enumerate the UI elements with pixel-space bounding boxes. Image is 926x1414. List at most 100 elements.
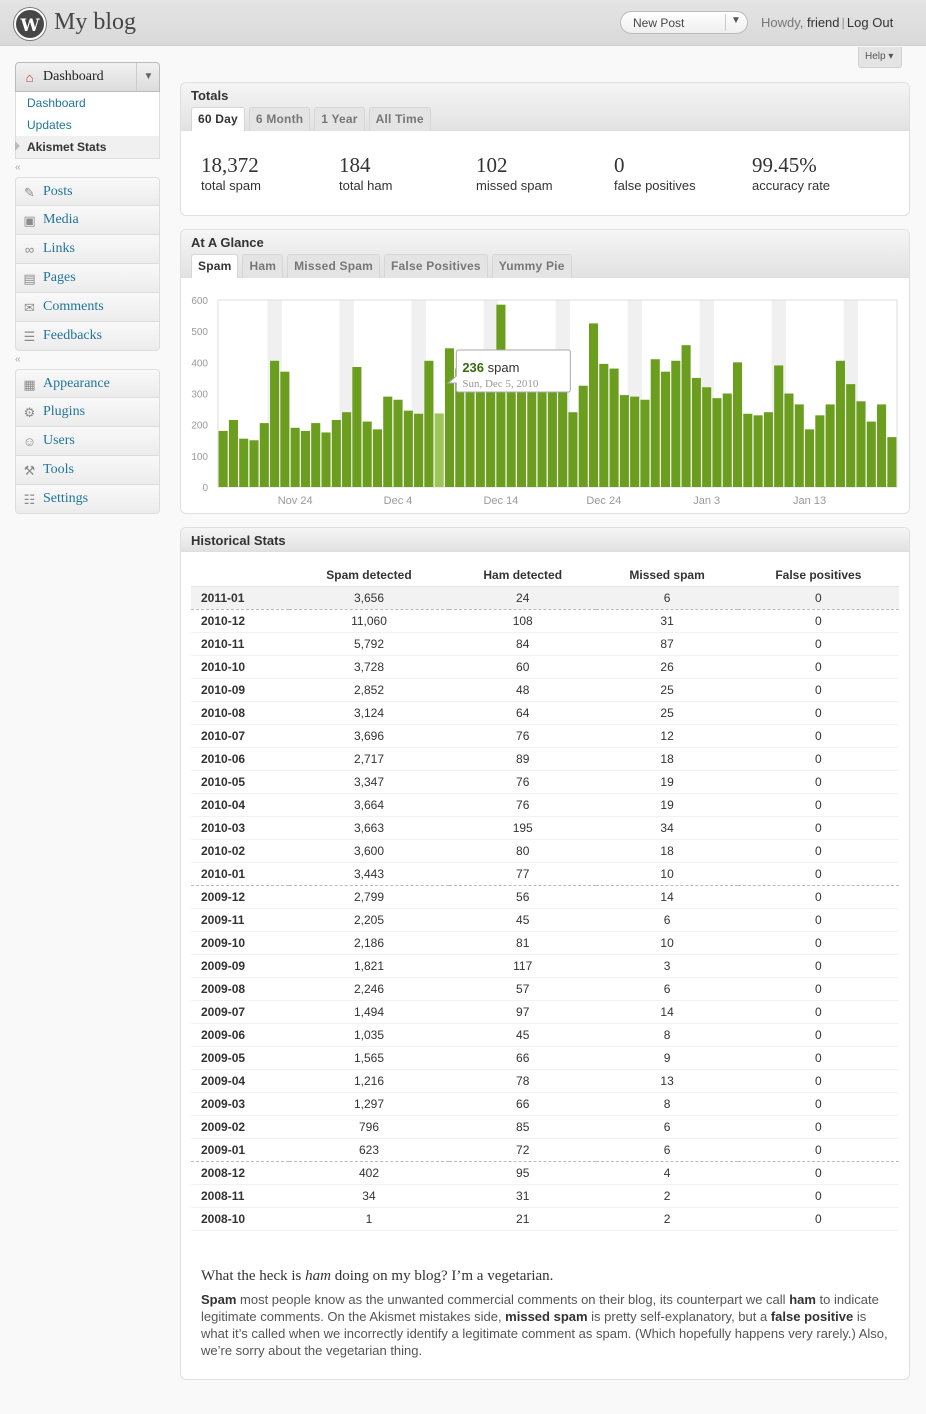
table-cell: 0 bbox=[737, 747, 899, 771]
tab-spam[interactable]: Spam bbox=[191, 254, 239, 278]
logout-link[interactable]: Log Out bbox=[847, 15, 893, 30]
sidebar-item-comments[interactable]: ✉ Comments bbox=[15, 293, 160, 322]
chart-bar[interactable] bbox=[774, 365, 784, 487]
chart-bar[interactable] bbox=[270, 360, 280, 487]
chart-bar[interactable] bbox=[732, 362, 743, 487]
help-tab[interactable]: Help ▾ bbox=[858, 47, 902, 68]
chart-bar[interactable] bbox=[342, 412, 352, 487]
chart-bar[interactable] bbox=[763, 412, 773, 487]
panel-header: Totals 60 Day 6 Month 1 Year All Time bbox=[181, 83, 909, 131]
user-profile-link[interactable]: friend bbox=[807, 15, 840, 30]
table-row: 2009-02 796 85 6 0 bbox=[191, 1115, 899, 1139]
sidebar-item-settings[interactable]: ☷ Settings bbox=[15, 485, 160, 514]
chart-bar[interactable] bbox=[743, 413, 753, 487]
chart-bar[interactable] bbox=[856, 401, 866, 487]
chevron-down-icon[interactable]: ▼ bbox=[731, 15, 741, 26]
chart-bar[interactable] bbox=[444, 348, 455, 487]
chart-bar[interactable] bbox=[702, 387, 712, 487]
chart-bar[interactable] bbox=[877, 404, 887, 487]
chart-bar[interactable] bbox=[640, 399, 650, 487]
chart-bar[interactable] bbox=[671, 360, 681, 487]
chart-bar[interactable] bbox=[228, 419, 238, 487]
tab-all-time[interactable]: All Time bbox=[368, 107, 431, 131]
wordpress-logo-icon[interactable]: W bbox=[14, 8, 46, 40]
chart-bar[interactable] bbox=[218, 430, 228, 487]
chart-bar[interactable] bbox=[403, 410, 413, 487]
tab-6-month[interactable]: 6 Month bbox=[248, 107, 311, 131]
tab-missed-spam[interactable]: Missed Spam bbox=[287, 254, 381, 278]
chart-bar[interactable] bbox=[434, 413, 444, 487]
new-post-label[interactable]: New Post bbox=[633, 16, 684, 30]
chart-bar[interactable] bbox=[311, 423, 321, 487]
submenu-item-dashboard[interactable]: Dashboard bbox=[16, 92, 159, 114]
chart-bar[interactable] bbox=[609, 368, 619, 487]
sidebar-item-media[interactable]: ▣ Media bbox=[15, 206, 160, 235]
chart-bar[interactable] bbox=[866, 421, 876, 487]
chart-bar[interactable] bbox=[239, 438, 249, 487]
chart-bar[interactable] bbox=[815, 415, 825, 487]
table-cell: 12 bbox=[596, 724, 738, 748]
tab-1-year[interactable]: 1 Year bbox=[314, 107, 365, 131]
collapse-arrows-icon[interactable]: « bbox=[15, 162, 21, 173]
x-tick-label: Nov 24 bbox=[278, 495, 313, 507]
chart-bar[interactable] bbox=[691, 377, 701, 487]
sidebar-item-tools[interactable]: ⚒ Tools bbox=[15, 456, 160, 485]
menu-separator[interactable]: « bbox=[15, 159, 160, 177]
chart-bar[interactable] bbox=[599, 363, 609, 487]
chart-bar[interactable] bbox=[578, 385, 588, 487]
chart-bar[interactable] bbox=[321, 432, 331, 487]
chart-bar[interactable] bbox=[568, 412, 578, 487]
chart-bar[interactable] bbox=[496, 304, 506, 487]
chart-bar[interactable] bbox=[414, 413, 424, 487]
chart-bar[interactable] bbox=[846, 384, 856, 487]
tab-ham[interactable]: Ham bbox=[242, 254, 284, 278]
chart-bar[interactable] bbox=[290, 427, 300, 487]
collapse-arrows-icon[interactable]: « bbox=[15, 354, 21, 365]
chart-bar[interactable] bbox=[660, 371, 671, 487]
chart-bar[interactable] bbox=[393, 399, 403, 487]
submenu-item-akismet-stats[interactable]: Akismet Stats bbox=[15, 136, 159, 158]
chart-bar[interactable] bbox=[794, 404, 804, 487]
sidebar-item-pages[interactable]: ▤ Pages bbox=[15, 264, 160, 293]
chart-bar[interactable] bbox=[805, 429, 815, 487]
submenu-toggle-icon[interactable]: ▼ bbox=[136, 63, 160, 91]
chart-bar[interactable] bbox=[383, 396, 393, 487]
chart-bar[interactable] bbox=[588, 323, 599, 487]
new-post-dropdown[interactable]: New Post ▼ bbox=[620, 11, 748, 34]
chart-bar[interactable] bbox=[650, 359, 660, 487]
sidebar-item-links[interactable]: ∞ Links bbox=[15, 235, 160, 264]
submenu-item-updates[interactable]: Updates bbox=[16, 114, 159, 136]
sidebar-item-dashboard[interactable]: ⌂ Dashboard ▼ bbox=[15, 62, 160, 92]
tab-60-day[interactable]: 60 Day bbox=[191, 107, 245, 131]
chart-bar[interactable] bbox=[300, 430, 310, 487]
table-row: 2009-10 2,186 81 10 0 bbox=[191, 931, 899, 955]
chart-bar[interactable] bbox=[784, 393, 794, 488]
tab-yummy-pie[interactable]: Yummy Pie bbox=[491, 254, 572, 278]
chart-bar[interactable] bbox=[753, 415, 763, 487]
sidebar-item-users[interactable]: ☺ Users bbox=[15, 427, 160, 456]
chart-bar[interactable] bbox=[547, 385, 557, 487]
chart-bar[interactable] bbox=[681, 345, 691, 487]
chart-bar[interactable] bbox=[712, 398, 722, 487]
chart-bar[interactable] bbox=[331, 419, 341, 487]
chart-bar[interactable] bbox=[280, 371, 290, 487]
tab-false-positives[interactable]: False Positives bbox=[384, 254, 488, 278]
chart-bar[interactable] bbox=[259, 423, 269, 487]
sidebar-item-appearance[interactable]: ▦ Appearance bbox=[15, 369, 160, 398]
sidebar-item-plugins[interactable]: ⚙ Plugins bbox=[15, 398, 160, 427]
chart-bar[interactable] bbox=[424, 360, 434, 487]
chart-bar[interactable] bbox=[835, 360, 845, 487]
chart-bar[interactable] bbox=[887, 437, 897, 487]
chart-bar[interactable] bbox=[630, 396, 640, 487]
site-title[interactable]: My blog bbox=[54, 9, 136, 36]
sidebar-item-feedbacks[interactable]: ☰ Feedbacks bbox=[15, 322, 160, 351]
chart-bar[interactable] bbox=[825, 404, 835, 487]
menu-separator[interactable]: « bbox=[15, 351, 160, 369]
chart-bar[interactable] bbox=[372, 429, 383, 487]
sidebar-item-posts[interactable]: ✎ Posts bbox=[15, 177, 160, 206]
chart-bar[interactable] bbox=[619, 395, 629, 487]
chart-bar[interactable] bbox=[249, 440, 259, 487]
chart-bar[interactable] bbox=[352, 367, 362, 487]
chart-bar[interactable] bbox=[722, 393, 732, 488]
chart-bar[interactable] bbox=[362, 421, 372, 487]
